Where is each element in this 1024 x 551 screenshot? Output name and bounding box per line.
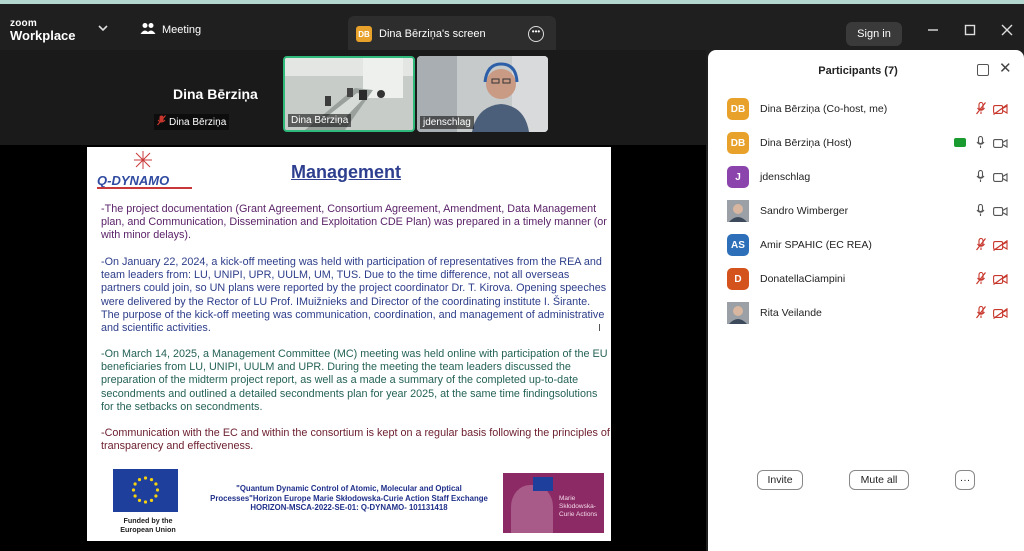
participant-row[interactable]: AS Amir SPAHIC (EC REA) <box>708 230 1024 260</box>
logo-underline <box>97 187 192 189</box>
mic-muted-icon[interactable] <box>976 305 986 320</box>
participant-name: jdenschlag <box>760 171 811 183</box>
avatar: AS <box>727 234 749 256</box>
mute-all-button[interactable]: Mute all <box>849 470 909 490</box>
footer-grant-id: HORIZON-MSCA-2022-SE-01: Q-DYNAMO- 10113… <box>250 503 448 513</box>
participant-row[interactable]: DB Dina Bērziņa (Host) <box>708 128 1024 158</box>
slide-paragraph: -On January 22, 2024, a kick-off meeting… <box>101 256 607 335</box>
slide-paragraph: -Communication with the EC and within th… <box>101 427 610 453</box>
video-off-icon[interactable] <box>993 306 1008 320</box>
avatar: DB <box>727 132 749 154</box>
slide-footer: "Quantum Dynamic Control of Atomic, Mole… <box>205 484 493 513</box>
q-dynamo-logo: Q-DYNAMO <box>97 173 170 188</box>
participant-name: Rita Veilande <box>760 307 822 319</box>
eu-mini-flag <box>533 477 553 491</box>
mic-muted-icon[interactable] <box>976 101 986 116</box>
mic-icon[interactable] <box>976 169 985 184</box>
zoom-workplace-logo[interactable]: zoom Workplace <box>10 18 76 42</box>
msca-logo: Marie Skłodowska-Curie Actions <box>503 473 604 533</box>
footer-project-title: "Quantum Dynamic Control of Atomic, Mole… <box>210 484 488 503</box>
tile-big-name: Dina Bērziņa <box>173 86 258 102</box>
participant-name: DonatellaCiampini <box>760 273 846 285</box>
participant-row[interactable]: Sandro Wimberger <box>708 196 1024 226</box>
minimize-icon[interactable] <box>927 24 939 38</box>
avatar: J <box>727 166 749 188</box>
participant-name: Amir SPAHIC (EC REA) <box>760 239 872 251</box>
brand-line2: Workplace <box>10 28 76 43</box>
participants-title: Participants (7) <box>818 65 898 77</box>
meeting-label: Meeting <box>162 24 202 36</box>
chevron-down-icon[interactable] <box>98 24 108 35</box>
sign-in-button[interactable]: Sign in <box>846 22 902 46</box>
mic-muted-icon[interactable] <box>976 237 986 252</box>
participant-row[interactable]: D DonatellaCiampini <box>708 264 1024 294</box>
participant-row[interactable]: Jjdenschlag <box>708 162 1024 192</box>
slide-paragraph: -The project documentation (Grant Agreem… <box>101 203 607 242</box>
more-options-button[interactable]: ··· <box>955 470 975 490</box>
video-tile-dina-name[interactable]: Dina Bērziņa Dina Bērziņa <box>150 56 280 132</box>
window-close-icon[interactable] <box>1001 24 1013 38</box>
slide-title: Management <box>291 162 402 182</box>
eu-funding-caption: Funded by the European Union <box>120 516 176 534</box>
participant-name: Dina Bērziņa (Host) <box>760 137 852 149</box>
mic-muted-icon <box>157 115 166 129</box>
pop-out-icon[interactable] <box>977 64 989 76</box>
presentation-slide: Q-DYNAMO Management -The project documen… <box>87 147 611 541</box>
mic-muted-icon[interactable] <box>976 271 986 286</box>
slide-paragraph: -On March 14, 2025, a Management Committ… <box>101 348 608 413</box>
participant-row[interactable]: DB Dina Bērziņa (Co-host, me) <box>708 94 1024 124</box>
avatar <box>727 200 749 222</box>
logo-burst-icon <box>134 151 152 169</box>
tile-name: Dina Bērziņa <box>169 116 227 128</box>
close-panel-icon[interactable]: ✕ <box>999 61 1012 76</box>
sharer-badge: DB <box>356 26 372 42</box>
video-icon[interactable] <box>993 170 1008 184</box>
participant-name: Sandro Wimberger <box>760 205 849 217</box>
video-off-icon[interactable] <box>993 102 1008 116</box>
avatar: D <box>727 268 749 290</box>
participant-row[interactable]: Rita Veilande <box>708 298 1024 328</box>
more-options-icon[interactable]: ••• <box>528 26 544 42</box>
video-off-icon[interactable] <box>993 238 1008 252</box>
mic-icon[interactable] <box>976 135 985 150</box>
video-icon[interactable] <box>993 204 1008 218</box>
title-bar: zoom Workplace Meeting DB Dina Bērziņa's… <box>0 4 1024 52</box>
video-tile-dina-camera[interactable]: Dina Bērziņa <box>283 56 415 132</box>
eu-flag-logo <box>113 469 178 512</box>
avatar <box>727 302 749 324</box>
msca-text: Marie Skłodowska-Curie Actions <box>559 495 598 518</box>
participant-name: Dina Bērziņa (Co-host, me) <box>760 103 888 115</box>
mic-icon[interactable] <box>976 203 985 218</box>
mouse-cursor <box>599 324 604 331</box>
video-off-icon[interactable] <box>993 272 1008 286</box>
maximize-icon[interactable] <box>964 24 976 38</box>
screen-tab-label: Dina Bērziņa's screen <box>379 28 486 40</box>
tile-name-tag: Dina Bērziņa <box>154 114 230 130</box>
screen-share-icon <box>954 138 966 147</box>
avatar: DB <box>727 98 749 120</box>
portrait-silhouette <box>511 485 553 533</box>
people-icon <box>140 22 156 38</box>
video-tile-jdenschlag[interactable]: jdenschlag <box>417 56 548 132</box>
invite-button[interactable]: Invite <box>757 470 803 490</box>
tile-name: Dina Bērziņa <box>288 114 352 127</box>
tile-name: jdenschlag <box>420 116 474 129</box>
video-icon[interactable] <box>993 136 1008 150</box>
meeting-button[interactable]: Meeting <box>140 22 201 38</box>
tab-shared-screen[interactable]: DB Dina Bērziņa's screen ••• <box>348 16 556 52</box>
